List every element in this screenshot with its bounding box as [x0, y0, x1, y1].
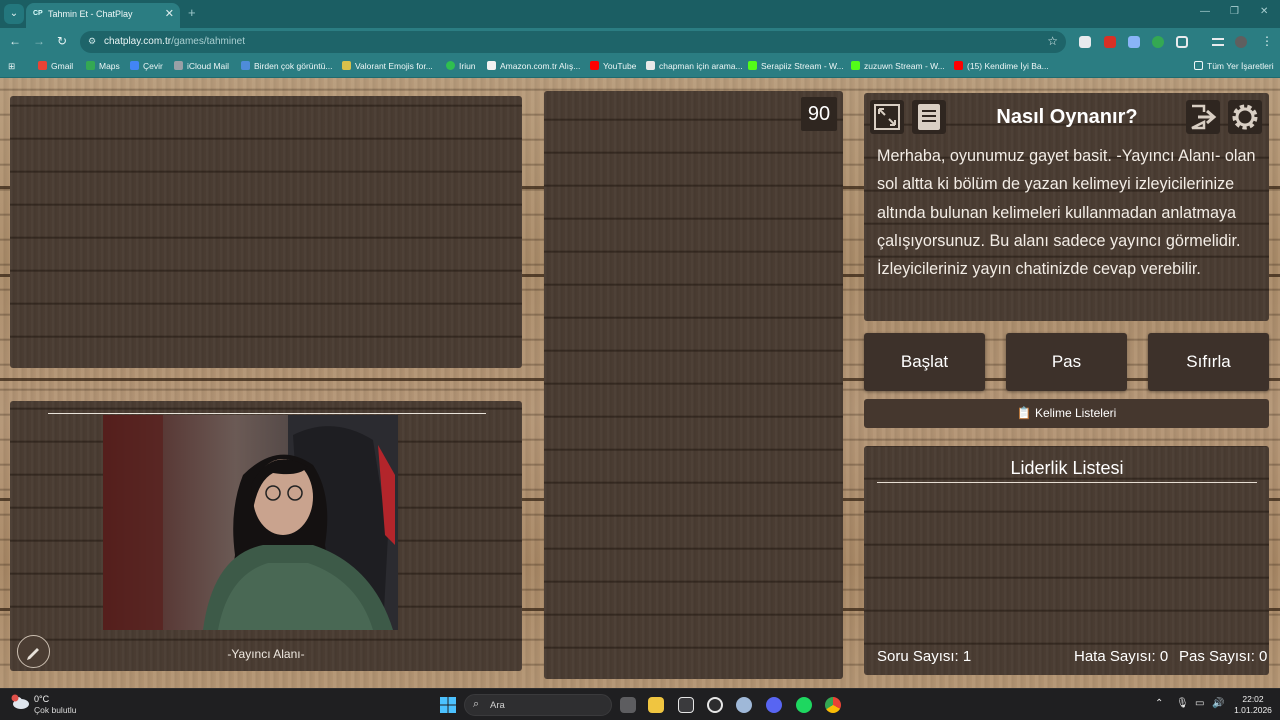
- address-bar[interactable]: ⚙ chatplay.com.tr/games/tahminet ☆: [80, 31, 1066, 53]
- bookmarks-bar: ⊞ Gmail Maps Çevir iCloud Mail Birden ço…: [0, 56, 1280, 78]
- extension-icon[interactable]: [1128, 36, 1140, 48]
- bookmark-kendime[interactable]: (15) Kendime İyi Ba...: [954, 61, 1049, 71]
- countdown-timer: 90: [801, 97, 837, 131]
- bookmark-translate[interactable]: Çevir: [130, 61, 163, 71]
- bookmark-star-icon[interactable]: ☆: [1047, 34, 1058, 48]
- minimize-icon[interactable]: —: [1200, 6, 1210, 17]
- search-placeholder: Ara: [490, 700, 505, 711]
- extension-icon[interactable]: [1152, 36, 1164, 48]
- active-tab[interactable]: CP Tahmin Et - ChatPlay ✕: [26, 3, 180, 28]
- url-text: chatplay.com.tr/games/tahminet: [104, 36, 245, 47]
- question-count: Soru Sayısı: 1: [877, 648, 972, 665]
- app-icon[interactable]: [736, 697, 752, 713]
- tab-search-button[interactable]: ⌄: [4, 4, 24, 24]
- file-explorer-icon[interactable]: [648, 697, 664, 713]
- word-lists-button[interactable]: 📋 Kelime Listeleri: [864, 399, 1269, 428]
- clock-time: 22:02: [1242, 694, 1264, 704]
- extension-icon[interactable]: [1104, 36, 1116, 48]
- reset-button[interactable]: Sıfırla: [1148, 333, 1269, 391]
- microphone-icon[interactable]: 🎙: [1176, 698, 1189, 709]
- leaderboard-title: Liderlik Listesi: [1010, 458, 1124, 478]
- word-card-panel: [10, 96, 522, 368]
- notes-icon[interactable]: [912, 100, 946, 134]
- bookmark-serapiiz[interactable]: Serapiiz Stream - W...: [748, 61, 844, 71]
- apps-icon[interactable]: ⊞: [8, 61, 15, 72]
- how-to-play-text: Merhaba, oyunumuz gayet basit. -Yayıncı …: [877, 147, 1256, 279]
- start-button[interactable]: Başlat: [864, 333, 985, 391]
- forward-icon[interactable]: →: [33, 34, 45, 48]
- volume-icon[interactable]: 🔊: [1212, 698, 1224, 709]
- site-info-icon[interactable]: ⚙: [88, 36, 96, 47]
- window-close-icon[interactable]: ✕: [1260, 6, 1268, 17]
- bookmark-images[interactable]: Birden çok görüntü...: [241, 61, 332, 71]
- how-to-play-title: Nasıl Oynanır?: [996, 106, 1138, 128]
- task-view-icon[interactable]: [620, 697, 636, 713]
- streamer-area-divider: [48, 413, 486, 414]
- tray-chevron-icon[interactable]: ⌃: [1155, 698, 1163, 709]
- search-icon: ⌕: [473, 698, 480, 710]
- audio-app-icon[interactable]: [678, 697, 694, 713]
- webcam-feed: [103, 415, 398, 630]
- logout-icon[interactable]: [1186, 100, 1220, 134]
- clock-date: 1.01.2026: [1234, 705, 1272, 715]
- bookmark-zuzuwn[interactable]: zuzuwn Stream - W...: [851, 61, 945, 71]
- tab-title: Tahmin Et - ChatPlay: [48, 9, 133, 19]
- tab-strip: ⌄ CP Tahmin Et - ChatPlay ✕ + — ❐ ✕: [0, 0, 1280, 28]
- weather-temperature: 0°C: [34, 694, 50, 704]
- bookmark-maps[interactable]: Maps: [86, 61, 120, 71]
- taskbar-clock[interactable]: 22:02 1.01.2026: [1233, 694, 1273, 716]
- new-tab-icon[interactable]: +: [188, 5, 196, 20]
- reload-icon[interactable]: ↻: [57, 34, 67, 48]
- streamer-area-label: -Yayıncı Alanı-: [227, 647, 305, 661]
- error-count: Hata Sayısı: 0: [1074, 648, 1169, 665]
- pass-count: Pas Sayısı: 0: [1179, 648, 1268, 665]
- bookmark-gmail[interactable]: Gmail: [38, 61, 73, 71]
- bookmark-amazon[interactable]: Amazon.com.tr Alış...: [487, 61, 580, 71]
- taskbar: 0°C Çok bulutlu ⌕ Ara ⌃ 🎙 ▭ 🔊 22:02 1.01…: [0, 688, 1280, 720]
- extensions-puzzle-icon[interactable]: [1176, 36, 1188, 48]
- bookmark-valorant[interactable]: Valorant Emojis for...: [342, 61, 433, 71]
- discord-icon[interactable]: [766, 697, 782, 713]
- all-bookmarks-folder[interactable]: Tüm Yer İşaretleri: [1194, 61, 1274, 71]
- chrome-icon[interactable]: [825, 697, 841, 713]
- tab-favicon: CP: [33, 10, 43, 17]
- leaderboard-divider: [877, 482, 1257, 483]
- chat-guess-panel: [544, 91, 843, 679]
- network-icon[interactable]: ▭: [1195, 698, 1204, 709]
- pass-button[interactable]: Pas: [1006, 333, 1127, 391]
- media-control-icon[interactable]: [1212, 38, 1224, 46]
- menu-icon[interactable]: ⋮: [1261, 34, 1273, 48]
- fullscreen-icon[interactable]: [870, 100, 904, 134]
- spotify-icon[interactable]: [796, 697, 812, 713]
- bookmark-icloud[interactable]: iCloud Mail: [174, 61, 229, 71]
- maximize-icon[interactable]: ❐: [1230, 6, 1239, 17]
- bookmark-iriun[interactable]: Iriun: [446, 61, 476, 71]
- extension-icon[interactable]: [1079, 36, 1091, 48]
- pencil-icon[interactable]: [17, 635, 50, 668]
- windows-start-icon[interactable]: [440, 697, 456, 713]
- settings-gear-icon[interactable]: [1228, 100, 1262, 134]
- weather-cloud-icon[interactable]: [10, 694, 30, 710]
- weather-description: Çok bulutlu: [34, 705, 77, 715]
- bookmark-chapman[interactable]: chapman için arama...: [646, 61, 743, 71]
- browser-toolbar: ← → ↻ ⚙ chatplay.com.tr/games/tahminet ☆…: [0, 28, 1280, 56]
- profile-avatar[interactable]: [1235, 36, 1247, 48]
- bookmark-youtube[interactable]: YouTube: [590, 61, 636, 71]
- back-icon[interactable]: ←: [9, 34, 21, 48]
- taskbar-search-input[interactable]: ⌕ Ara: [464, 694, 612, 716]
- app-icon[interactable]: [707, 697, 723, 713]
- close-tab-icon[interactable]: ✕: [165, 7, 174, 20]
- leaderboard-panel: [864, 446, 1269, 675]
